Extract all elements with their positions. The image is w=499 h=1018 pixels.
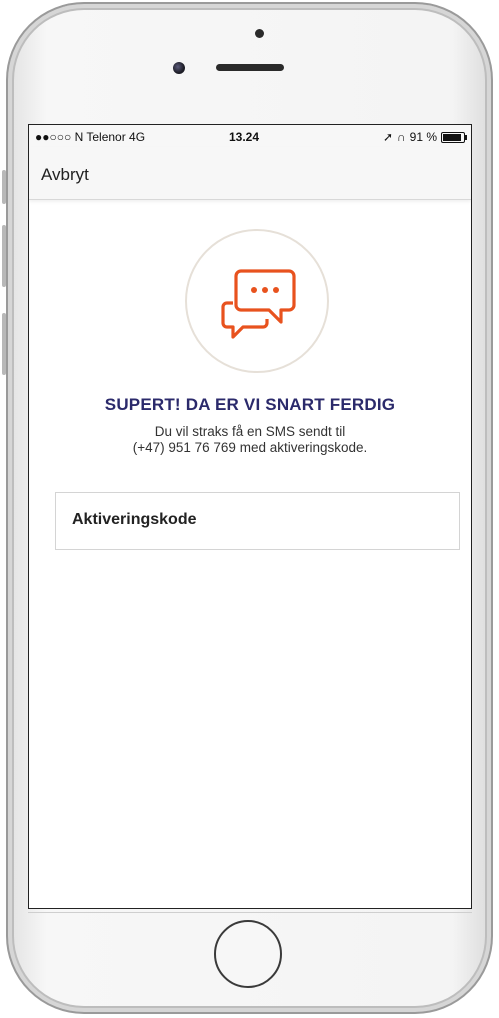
sms-info-text: Du vil straks få en SMS sendt til (+47) …: [29, 424, 471, 456]
location-icon: ➚: [382, 130, 394, 144]
app-screen: ●●○○○ N Telenor 4G 13.24 ➚ ∩ 91 % Avbryt…: [28, 124, 472, 909]
volume-down-button: [2, 313, 6, 375]
navigation-bar: Avbryt: [29, 147, 471, 200]
page-headline: SUPERT! DA ER VI SNART FERDIG: [104, 395, 396, 414]
battery-fill: [443, 133, 461, 141]
proximity-sensor: [255, 29, 264, 38]
activation-code-field[interactable]: Aktiveringskode: [55, 492, 460, 550]
status-time: 13.24: [229, 130, 260, 144]
carrier-signal: ●●○○○ N Telenor 4G: [35, 130, 146, 144]
battery-icon: [441, 131, 467, 143]
battery-percent: 91 %: [409, 130, 437, 144]
earpiece-speaker: [216, 64, 284, 71]
chat-icon-circle: [185, 229, 329, 373]
volume-up-button: [2, 225, 6, 287]
home-button[interactable]: [214, 920, 282, 988]
chat-bubbles-icon: [221, 269, 296, 339]
front-camera: [173, 62, 185, 74]
sms-info-line-1: Du vil straks få en SMS sendt til: [154, 424, 346, 439]
mute-switch: [2, 170, 6, 204]
headphones-icon: ∩: [397, 130, 406, 144]
cancel-button[interactable]: Avbryt: [41, 165, 89, 185]
screen-bottom-edge: [28, 912, 472, 913]
sms-info-line-2: (+47) 951 76 769 med aktiveringskode.: [132, 440, 368, 455]
status-bar: ●●○○○ N Telenor 4G 13.24 ➚ ∩ 91 %: [29, 125, 471, 147]
